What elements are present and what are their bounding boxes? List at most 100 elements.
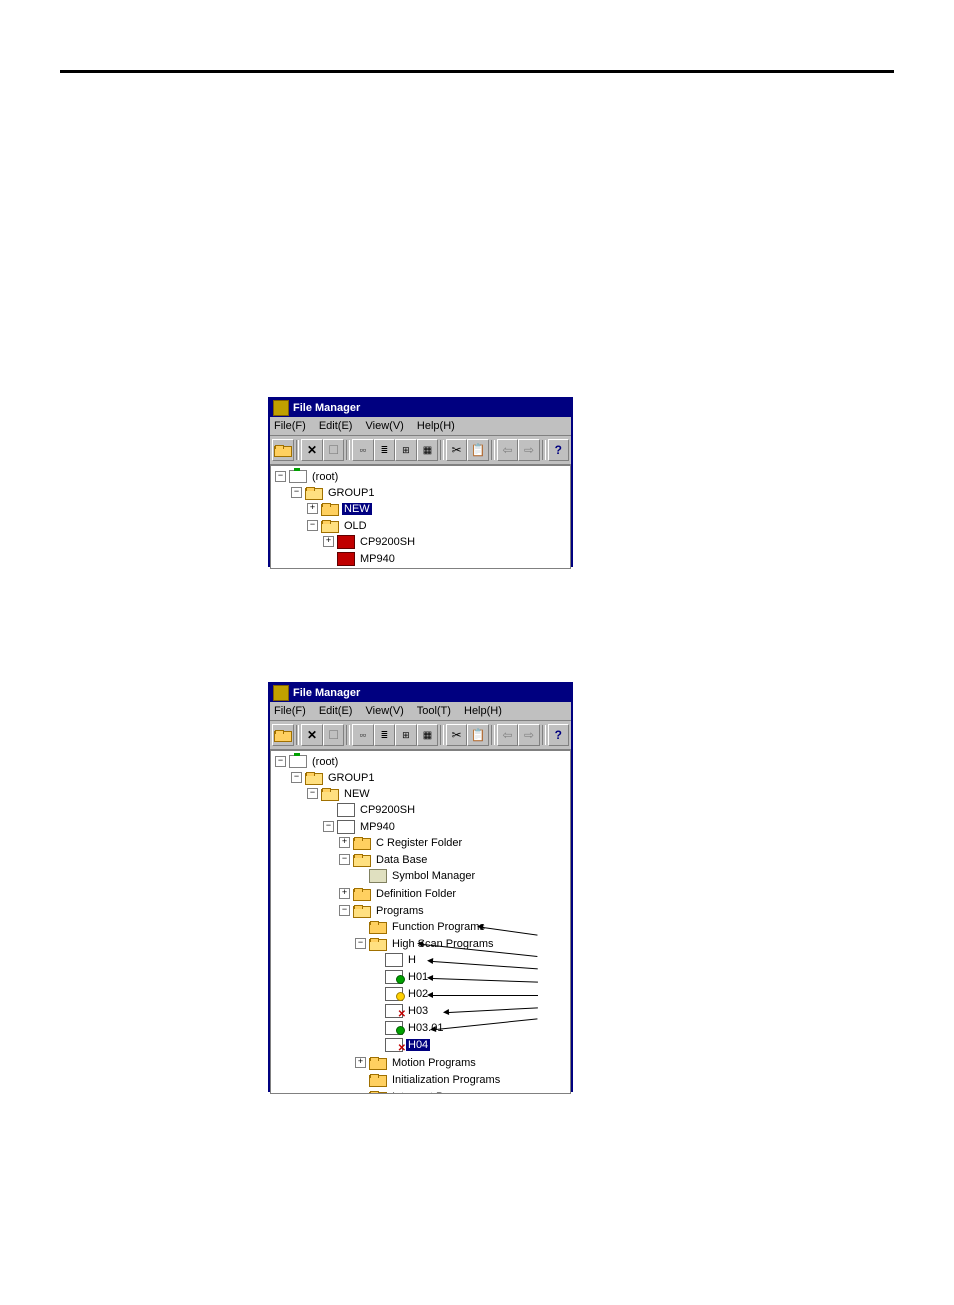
list-button[interactable]: ≣ <box>374 724 396 746</box>
node-interrupt-programs[interactable]: Interrupt Programs <box>355 1089 570 1094</box>
folder-closed-icon <box>369 1075 387 1087</box>
menu-help[interactable]: Help(H) <box>417 420 455 432</box>
menu-edit[interactable]: Edit(E) <box>319 420 353 432</box>
list-button[interactable]: ≣ <box>374 439 396 461</box>
node-root[interactable]: −(root) <box>275 754 570 769</box>
small-icons-button[interactable]: ▫▫ <box>352 724 374 746</box>
selected-label: NEW <box>342 503 372 515</box>
menu-view[interactable]: View(V) <box>366 420 404 432</box>
toolbar-2: ✕ ☐ ▫▫ ≣ ⊞ ▦ ✂ 📋 ⇦ ⇨ ? <box>270 721 571 750</box>
root-icon <box>289 470 307 483</box>
paste-button[interactable]: 📋 <box>467 724 489 746</box>
folder-open-icon <box>321 789 339 801</box>
title-text: File Manager <box>293 684 360 702</box>
page-rule <box>60 70 894 73</box>
node-symbol-manager[interactable]: Symbol Manager <box>355 868 570 883</box>
help-button[interactable]: ? <box>548 724 570 746</box>
folder-open-icon <box>353 855 371 867</box>
node-cp9200sh[interactable]: +CP9200SH <box>323 534 570 549</box>
page-green-icon <box>385 1021 403 1035</box>
node-mp940[interactable]: −MP940 <box>323 819 570 834</box>
details-button[interactable]: ⊞ <box>395 724 417 746</box>
selected-label: H04 <box>406 1039 430 1051</box>
node-mp940[interactable]: MP940 <box>323 551 570 566</box>
cut-button[interactable]: ✂ <box>446 724 468 746</box>
details-button[interactable]: ⊞ <box>395 439 417 461</box>
node-programs[interactable]: −Programs <box>339 903 570 918</box>
tree-client-1[interactable]: −(root) −GROUP1 + NEW −OLD +CP9200SH MP94… <box>270 465 571 569</box>
menu-edit[interactable]: Edit(E) <box>319 705 353 717</box>
large-icons-button[interactable]: ▦ <box>417 724 439 746</box>
file-manager-window-2: File Manager File(F) Edit(E) View(V) Too… <box>268 682 573 1092</box>
help-button[interactable]: ? <box>548 439 570 461</box>
folder-closed-icon <box>369 1058 387 1070</box>
large-icons-button[interactable]: ▦ <box>417 439 439 461</box>
node-definition[interactable]: +Definition Folder <box>339 886 570 901</box>
node-h02[interactable]: H02 <box>371 986 570 1001</box>
file-manager-window-1: File Manager File(F) Edit(E) View(V) Hel… <box>268 397 573 567</box>
expand-icon[interactable]: + <box>307 503 318 514</box>
small-icons-button[interactable]: ▫▫ <box>352 439 374 461</box>
app-icon <box>273 685 289 701</box>
next-button[interactable]: ⇨ <box>518 724 540 746</box>
properties-button[interactable]: ☐ <box>323 724 345 746</box>
node-new[interactable]: −NEW <box>307 786 570 801</box>
folder-closed-icon <box>369 922 387 934</box>
folder-open-icon <box>305 773 323 785</box>
titlebar-2[interactable]: File Manager <box>270 684 571 702</box>
menu-file[interactable]: File(F) <box>274 705 306 717</box>
tree-client-2[interactable]: −(root) −GROUP1 −NEW CP9200SH −MP940 +C <box>270 750 571 1094</box>
folder-closed-icon <box>353 889 371 901</box>
cpu-red-icon <box>337 535 355 549</box>
folder-open-icon <box>305 488 323 500</box>
title-text: File Manager <box>293 399 360 417</box>
node-init-programs[interactable]: Initialization Programs <box>355 1072 570 1087</box>
cpu-white-icon <box>337 820 355 834</box>
menu-view[interactable]: View(V) <box>366 705 404 717</box>
folder-closed-icon <box>321 504 339 516</box>
node-motion-programs[interactable]: +Motion Programs <box>355 1055 570 1070</box>
delete-button[interactable]: ✕ <box>301 439 323 461</box>
node-old[interactable]: −OLD <box>307 518 570 533</box>
node-creg[interactable]: +C Register Folder <box>339 835 570 850</box>
delete-button[interactable]: ✕ <box>301 724 323 746</box>
expand-icon[interactable]: + <box>323 536 334 547</box>
menubar-1: File(F) Edit(E) View(V) Help(H) <box>270 417 571 436</box>
collapse-icon[interactable]: − <box>307 520 318 531</box>
collapse-icon[interactable]: − <box>275 471 286 482</box>
tree-1: −(root) −GROUP1 + NEW −OLD +CP9200SH MP94… <box>271 468 570 569</box>
tree-2: −(root) −GROUP1 −NEW CP9200SH −MP940 +C <box>271 753 570 1094</box>
node-group1[interactable]: −GROUP1 <box>291 770 570 785</box>
folder-open-icon <box>353 906 371 918</box>
menu-tool[interactable]: Tool(T) <box>417 705 451 717</box>
node-h[interactable]: H <box>371 952 570 967</box>
next-button[interactable]: ⇨ <box>518 439 540 461</box>
up-folder-button[interactable] <box>272 439 294 461</box>
toolbar-1: ✕ ☐ ▫▫ ≣ ⊞ ▦ ✂ 📋 ⇦ ⇨ ? <box>270 436 571 465</box>
node-root[interactable]: −(root) <box>275 469 570 484</box>
properties-button[interactable]: ☐ <box>323 439 345 461</box>
menu-help[interactable]: Help(H) <box>464 705 502 717</box>
paste-button[interactable]: 📋 <box>467 439 489 461</box>
cut-button[interactable]: ✂ <box>446 439 468 461</box>
menubar-2: File(F) Edit(E) View(V) Tool(T) Help(H) <box>270 702 571 721</box>
node-h0301[interactable]: H03.01 <box>371 1020 570 1035</box>
titlebar-1[interactable]: File Manager <box>270 399 571 417</box>
node-group1[interactable]: −GROUP1 <box>291 485 570 500</box>
up-folder-button[interactable] <box>272 724 294 746</box>
folder-open-icon <box>369 939 387 951</box>
prev-button[interactable]: ⇦ <box>497 439 519 461</box>
up-folder-icon <box>274 731 292 742</box>
node-function-programs[interactable]: Function Programs <box>355 919 570 934</box>
menu-file[interactable]: File(F) <box>274 420 306 432</box>
prev-button[interactable]: ⇦ <box>497 724 519 746</box>
node-h01[interactable]: H01 <box>371 969 570 984</box>
node-database[interactable]: −Data Base <box>339 852 570 867</box>
node-cp9200sh[interactable]: CP9200SH <box>323 802 570 817</box>
folder-closed-icon <box>353 838 371 850</box>
node-new[interactable]: + NEW <box>307 501 570 516</box>
collapse-icon[interactable]: − <box>291 487 302 498</box>
page-red-icon <box>385 1038 403 1052</box>
node-h04[interactable]: H04 <box>371 1037 570 1052</box>
page-green-icon <box>385 970 403 984</box>
